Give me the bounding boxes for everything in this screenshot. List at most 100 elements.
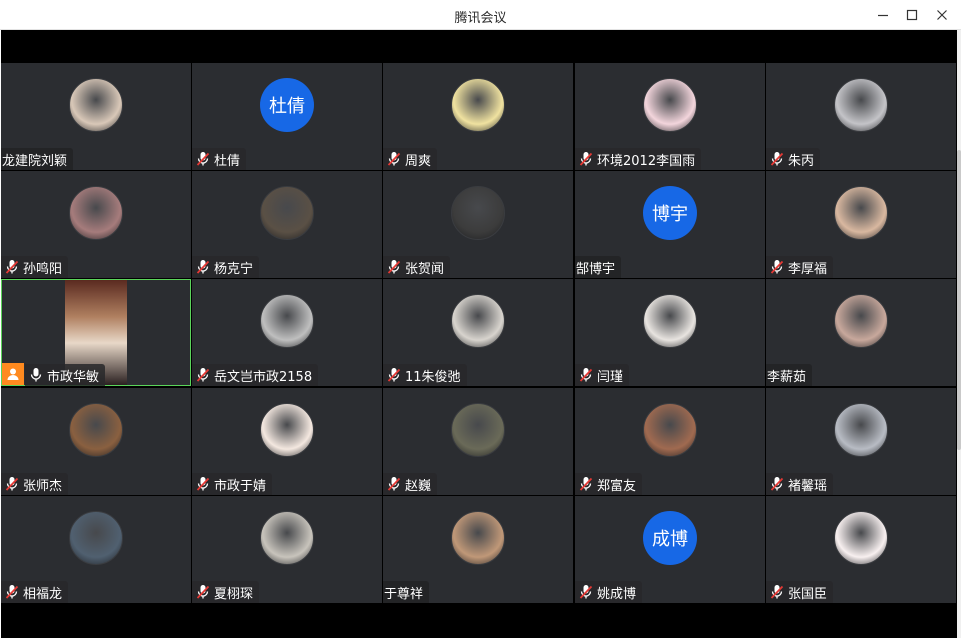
avatar xyxy=(834,511,888,565)
mic-muted-icon xyxy=(770,152,784,166)
nameplate: 张贺闻 xyxy=(383,256,451,278)
mic-muted-icon xyxy=(770,260,784,274)
participant-tile[interactable]: 市政华敏 xyxy=(1,279,191,386)
participant-tile[interactable]: 周爽 xyxy=(383,63,573,170)
nameplate: 夏栩琛 xyxy=(192,581,260,603)
mic-icon xyxy=(30,368,42,382)
avatar xyxy=(260,294,314,348)
nameplate: 于尊祥 xyxy=(383,581,430,603)
nameplate: 岳文岂市政2158 xyxy=(192,364,319,386)
participant-tile[interactable]: 张国臣 xyxy=(766,496,956,603)
mic-muted-icon xyxy=(770,585,784,599)
avatar xyxy=(834,78,888,132)
participant-tile[interactable]: 于尊祥 xyxy=(383,496,573,603)
participant-tile[interactable]: 杨克宁 xyxy=(192,171,382,278)
minimize-icon xyxy=(878,14,888,17)
avatar xyxy=(69,511,123,565)
mic-muted-icon xyxy=(579,585,593,599)
avatar xyxy=(260,186,314,240)
window-title: 腾讯会议 xyxy=(454,11,507,26)
nameplate: 郜博宇 xyxy=(575,256,622,278)
participant-name: 龙建院刘颖 xyxy=(2,153,68,169)
participant-name: 朱丙 xyxy=(788,153,815,169)
maximize-button[interactable] xyxy=(897,0,927,30)
participant-tile[interactable]: 成博 姚成博 xyxy=(575,496,765,603)
nameplate: 张国臣 xyxy=(766,581,834,603)
mic-muted-icon xyxy=(387,260,401,274)
close-button[interactable] xyxy=(927,0,957,30)
minimize-button[interactable] xyxy=(868,0,898,30)
participant-tile[interactable]: 相福龙 xyxy=(1,496,191,603)
nameplate: 市政于婧 xyxy=(192,473,273,495)
mic-muted-icon xyxy=(196,260,210,274)
participant-grid: 龙建院刘颖 杜倩 杜倩 周爽 环境2012李国雨 朱丙 孙鸣阳 杨克宁 张贺闻 博宇 郜博宇 李厚福市… xyxy=(1,63,957,603)
participant-name: 杜倩 xyxy=(214,153,241,169)
mic-muted-icon xyxy=(196,368,210,382)
nameplate: 赵巍 xyxy=(383,473,438,495)
participant-tile[interactable]: 孙鸣阳 xyxy=(1,171,191,278)
participant-tile[interactable]: 李薪茹 xyxy=(766,279,956,386)
participant-name: 郜博宇 xyxy=(576,261,616,277)
mic-muted-icon xyxy=(5,260,19,274)
participant-tile[interactable]: 夏栩琛 xyxy=(192,496,382,603)
nameplate: 周爽 xyxy=(383,148,438,170)
participant-tile[interactable]: 杜倩 杜倩 xyxy=(192,63,382,170)
avatar xyxy=(69,186,123,240)
participant-name: 周爽 xyxy=(405,153,432,169)
nameplate: 杜倩 xyxy=(192,148,247,170)
scrollbar-thumb[interactable] xyxy=(957,150,961,450)
participant-name: 张国臣 xyxy=(788,586,828,602)
nameplate: 张师杰 xyxy=(1,473,69,495)
participant-name: 郑富友 xyxy=(597,478,637,494)
participant-tile[interactable]: 11朱俊弛 xyxy=(383,279,573,386)
nameplate: 李薪茹 xyxy=(766,364,813,386)
participant-name: 相福龙 xyxy=(23,586,63,602)
maximize-icon xyxy=(906,9,918,21)
participant-tile[interactable]: 张师杰 xyxy=(1,388,191,495)
participant-name: 褚馨瑶 xyxy=(788,478,828,494)
avatar xyxy=(834,294,888,348)
avatar xyxy=(69,403,123,457)
nameplate: 环境2012李国雨 xyxy=(575,148,702,170)
participant-tile[interactable]: 环境2012李国雨 xyxy=(575,63,765,170)
participant-tile[interactable]: 岳文岂市政2158 xyxy=(192,279,382,386)
mic-muted-icon xyxy=(579,477,593,491)
mic-muted-icon xyxy=(387,477,401,491)
avatar xyxy=(643,403,697,457)
avatar xyxy=(451,403,505,457)
avatar xyxy=(260,511,314,565)
nameplate: 李厚福 xyxy=(766,256,834,278)
avatar xyxy=(451,294,505,348)
participant-name: 市政于婧 xyxy=(214,478,267,494)
nameplate: 朱丙 xyxy=(766,148,821,170)
nameplate: 褚馨瑶 xyxy=(766,473,834,495)
scrollbar[interactable] xyxy=(957,30,961,638)
participant-tile[interactable]: 赵巍 xyxy=(383,388,573,495)
avatar xyxy=(451,186,505,240)
participant-tile[interactable]: 李厚福 xyxy=(766,171,956,278)
participant-name: 张师杰 xyxy=(23,478,63,494)
nameplate: 11朱俊弛 xyxy=(383,364,467,386)
participant-name: 于尊祥 xyxy=(384,586,424,602)
nameplate: 姚成博 xyxy=(575,581,643,603)
mic-muted-icon xyxy=(196,585,210,599)
avatar xyxy=(643,294,697,348)
participant-tile[interactable]: 郑富友 xyxy=(575,388,765,495)
mic-muted-icon xyxy=(579,368,593,382)
participant-tile[interactable]: 朱丙 xyxy=(766,63,956,170)
avatar xyxy=(451,511,505,565)
avatar xyxy=(643,78,697,132)
avatar-initials: 杜倩 xyxy=(260,78,314,132)
participant-tile[interactable]: 博宇 郜博宇 xyxy=(575,171,765,278)
avatar xyxy=(69,78,123,132)
mic-muted-icon xyxy=(770,477,784,491)
participant-tile[interactable]: 张贺闻 xyxy=(383,171,573,278)
participant-tile[interactable]: 市政于婧 xyxy=(192,388,382,495)
mic-muted-icon xyxy=(387,368,401,382)
participant-tile[interactable]: 褚馨瑶 xyxy=(766,388,956,495)
participant-tile[interactable]: 龙建院刘颖 xyxy=(1,63,191,170)
nameplate: 郑富友 xyxy=(575,473,643,495)
participant-name: 闫瑾 xyxy=(597,369,624,385)
title-bar: 腾讯会议 xyxy=(0,0,961,30)
participant-tile[interactable]: 闫瑾 xyxy=(575,279,765,386)
